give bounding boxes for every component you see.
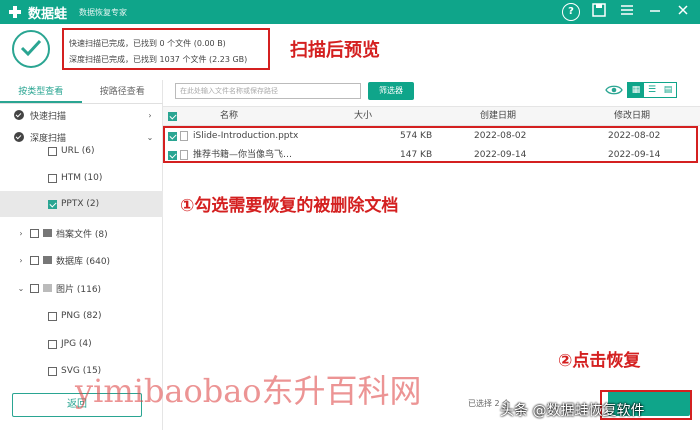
annotation-step2: ②点击恢复	[558, 351, 641, 371]
tree-item-htm[interactable]: HTM (10)	[0, 167, 163, 189]
chevron-right-icon[interactable]: ›	[16, 256, 26, 265]
scan-complete-check-icon	[12, 30, 50, 68]
column-created[interactable]: 创建日期	[480, 107, 516, 126]
search-input[interactable]: 在此处输入文件名称或保存路径	[175, 83, 361, 99]
chevron-right-icon[interactable]: ›	[145, 111, 155, 120]
tree-item-png[interactable]: PNG (82)	[0, 305, 163, 327]
checkbox[interactable]	[48, 366, 57, 376]
tree-label: PPTX (2)	[61, 199, 100, 209]
checkbox[interactable]	[48, 173, 57, 183]
select-all-checkbox[interactable]	[168, 112, 177, 121]
database-icon	[43, 256, 52, 264]
tree-item-pptx[interactable]: PPTX (2)	[0, 191, 163, 217]
column-size[interactable]: 大小	[354, 107, 372, 126]
app-name: 数据蛙	[28, 6, 68, 22]
tree-item-images[interactable]: ⌄ 图片 (116)	[0, 277, 163, 299]
window-controls: ?	[562, 3, 692, 21]
minimize-icon[interactable]	[646, 3, 664, 21]
view-tabs: 按类型查看 按路径查看	[0, 80, 163, 104]
list-view-icon[interactable]: ☰	[644, 83, 660, 97]
app-logo-icon	[8, 5, 22, 19]
detail-view-icon[interactable]: ▤	[660, 83, 676, 97]
chevron-down-icon[interactable]: ⌄	[16, 284, 26, 293]
tree-label: 档案文件 (8)	[56, 229, 108, 240]
tree-item-database[interactable]: › 数据库 (640)	[0, 249, 163, 271]
image-icon	[43, 284, 52, 292]
tree-label: HTM (10)	[61, 173, 103, 183]
annotation-step1: ①勾选需要恢复的被删除文档	[180, 196, 399, 216]
archive-icon	[43, 229, 52, 237]
checkbox[interactable]	[48, 339, 57, 349]
checked-icon	[14, 110, 24, 120]
quick-scan-status: 快速扫描已完成，已找到 0 个文件 (0.00 B)	[69, 39, 226, 48]
chevron-right-icon[interactable]: ›	[16, 229, 26, 238]
file-type-tree: 快速扫描 › 深度扫描 ⌄ URL (6) HTM (10) PPTX (2) …	[0, 104, 163, 384]
tree-label: PNG (82)	[61, 311, 102, 321]
checkbox[interactable]	[48, 146, 57, 156]
tree-label: 图片 (116)	[56, 284, 102, 295]
filter-button[interactable]: 筛选器	[368, 82, 414, 100]
checkbox-checked[interactable]	[48, 199, 57, 209]
scan-status-header: 快速扫描已完成，已找到 0 个文件 (0.00 B) 深度扫描已完成，已找到 1…	[0, 24, 700, 74]
help-icon[interactable]: ?	[562, 3, 580, 21]
tree-label: 数据库 (640)	[56, 256, 111, 267]
tree-item-url[interactable]: URL (6)	[0, 140, 163, 162]
table-header: 名称 大小 创建日期 修改日期	[163, 106, 700, 126]
tree-label: JPG (4)	[61, 339, 92, 349]
title-bar: 数据蛙 数据恢复专家 ?	[0, 0, 700, 24]
close-icon[interactable]	[674, 3, 692, 21]
credit-overlay: 头条 @数据蛙恢复软件	[500, 403, 645, 419]
tree-item-archive[interactable]: › 档案文件 (8)	[0, 222, 163, 244]
tab-by-path[interactable]: 按路径查看	[82, 80, 164, 103]
tab-by-type[interactable]: 按类型查看	[0, 80, 82, 103]
watermark: yimibaobao东升百科网	[75, 372, 422, 410]
app-subtitle: 数据恢复专家	[79, 7, 128, 17]
annotation-title: 扫描后预览	[290, 40, 380, 61]
scan-result-summary: 快速扫描已完成，已找到 0 个文件 (0.00 B) 深度扫描已完成，已找到 1…	[62, 28, 270, 70]
view-mode-switch: ▦ ☰ ▤	[627, 82, 677, 98]
column-name[interactable]: 名称	[220, 107, 238, 126]
tree-label: URL (6)	[61, 146, 95, 156]
column-modified[interactable]: 修改日期	[614, 107, 650, 126]
save-icon[interactable]	[590, 3, 608, 21]
deep-scan-status: 深度扫描已完成，已找到 1037 个文件 (2.23 GB)	[69, 55, 248, 64]
selected-rows-highlight	[163, 126, 698, 163]
checkbox[interactable]	[48, 311, 57, 321]
checkbox[interactable]	[30, 283, 39, 293]
grid-view-icon[interactable]: ▦	[628, 83, 644, 97]
tree-item-jpg[interactable]: JPG (4)	[0, 333, 163, 355]
preview-eye-icon[interactable]	[605, 84, 623, 99]
tree-quick-scan[interactable]: 快速扫描 ›	[0, 104, 163, 126]
menu-icon[interactable]	[618, 3, 636, 21]
checkbox[interactable]	[30, 255, 39, 265]
tree-label: 快速扫描	[30, 111, 67, 122]
checkbox[interactable]	[30, 228, 39, 238]
